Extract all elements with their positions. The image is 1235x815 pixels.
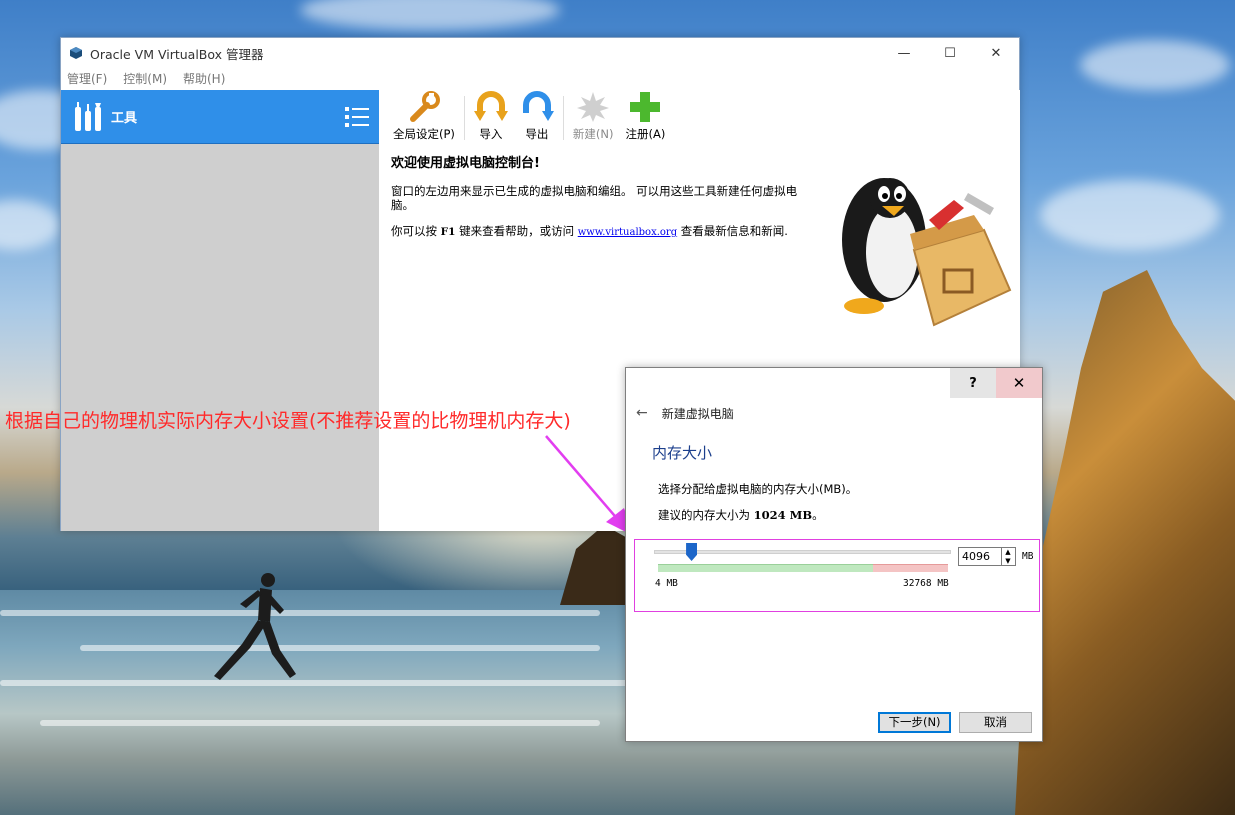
dialog-close-button[interactable]: ✕ xyxy=(996,368,1042,398)
import-label: 导入 xyxy=(479,127,503,141)
title-bar: Oracle VM VirtualBox 管理器 — ☐ ✕ xyxy=(61,38,1019,68)
runner-silhouette xyxy=(214,573,296,680)
export-label: 导出 xyxy=(525,127,549,141)
menu-bar: 管理(F) 控制(M) 帮助(H) xyxy=(61,68,1019,89)
export-icon xyxy=(522,91,554,121)
window-controls: — ☐ ✕ xyxy=(881,38,1019,68)
recommend-value: 1024 MB xyxy=(753,508,813,522)
new-vm-button[interactable]: 新建(N) xyxy=(567,91,620,144)
menu-manage[interactable]: 管理(F) xyxy=(67,70,107,87)
para2-mid: 键来查看帮助，或访问 xyxy=(459,224,575,238)
memory-unit-label: MB xyxy=(1022,551,1034,562)
export-button[interactable]: 导出 xyxy=(514,91,560,144)
cloud xyxy=(1040,180,1220,250)
cloud xyxy=(300,0,560,30)
plus-icon xyxy=(630,92,661,122)
maximize-button[interactable]: ☐ xyxy=(927,38,973,68)
dialog-title: 新建虚拟电脑 xyxy=(661,406,734,421)
sidebar-item-tools[interactable]: 工具 xyxy=(61,90,379,144)
help-button[interactable]: ? xyxy=(950,368,996,398)
add-vm-button[interactable]: 注册(A) xyxy=(620,91,672,144)
dialog-footer: 下一步(N) 取消 xyxy=(626,703,1042,741)
para2-suffix: 查看最新信息和新闻. xyxy=(680,224,788,238)
recommend-suffix: 。 xyxy=(812,508,824,522)
cancel-button[interactable]: 取消 xyxy=(959,711,1032,733)
machine-list-sidebar: 工具 xyxy=(61,90,379,531)
menu-help[interactable]: 帮助(H) xyxy=(183,70,225,87)
new-vm-dialog: ? ✕ ← 新建虚拟电脑 内存大小 选择分配给虚拟电脑的内存大小(MB)。 建议… xyxy=(625,367,1043,742)
dialog-nav: ← 新建虚拟电脑 xyxy=(626,400,1042,426)
list-menu-icon[interactable] xyxy=(345,106,369,128)
range-max-label: 32768 MB xyxy=(903,578,949,589)
window-title: Oracle VM VirtualBox 管理器 xyxy=(90,46,264,62)
virtualbox-link[interactable]: www.virtualbox.org xyxy=(578,227,677,238)
memory-slider[interactable] xyxy=(654,550,951,554)
memory-slider-thumb[interactable] xyxy=(686,543,698,561)
toolbar-separator xyxy=(562,96,564,140)
annotation-text: 根据自己的物理机实际内存大小设置(不推荐设置的比物理机内存大) xyxy=(5,410,571,432)
welcome-heading: 欢迎使用虚拟电脑控制台! xyxy=(391,156,540,171)
sidebar-item-label: 工具 xyxy=(111,111,138,126)
close-button[interactable]: ✕ xyxy=(973,38,1019,68)
add-vm-label: 注册(A) xyxy=(625,127,666,141)
menu-machine[interactable]: 控制(M) xyxy=(123,70,167,87)
memory-highlight-box: 4 MB 32768 MB ▲ ▼ MB xyxy=(634,539,1040,612)
slider-ticks xyxy=(658,564,948,572)
memory-size-input[interactable] xyxy=(958,547,1002,566)
para2-prefix: 你可以按 xyxy=(391,224,437,238)
penguin-toolbox-illustration xyxy=(842,178,1012,327)
welcome-text: 欢迎使用虚拟电脑控制台! 窗口的左边用来显示已生成的虚拟电脑和编组。 可以用这些… xyxy=(391,152,811,252)
import-button[interactable]: 导入 xyxy=(468,91,514,144)
import-icon xyxy=(473,91,508,121)
cliff xyxy=(1015,270,1235,815)
range-min-label: 4 MB xyxy=(655,578,678,589)
spin-down-icon[interactable]: ▼ xyxy=(1005,557,1010,566)
page-heading: 内存大小 xyxy=(652,444,713,462)
cloud xyxy=(1080,40,1230,90)
preferences-button[interactable]: 全局设定(P) xyxy=(387,91,461,144)
wrench-icon xyxy=(409,91,440,122)
next-button[interactable]: 下一步(N) xyxy=(878,711,951,733)
minimize-button[interactable]: — xyxy=(881,38,927,68)
f1-key: F1 xyxy=(440,226,456,238)
new-vm-label: 新建(N) xyxy=(572,127,614,141)
new-starburst-icon xyxy=(577,92,610,122)
spin-up-icon[interactable]: ▲ xyxy=(1005,548,1010,557)
back-arrow-icon[interactable]: ← xyxy=(636,405,648,421)
memory-spinner[interactable]: ▲ ▼ xyxy=(1001,547,1016,566)
dialog-title-bar: ? ✕ xyxy=(626,368,1042,398)
virtualbox-app-icon xyxy=(70,47,82,59)
preferences-label: 全局设定(P) xyxy=(393,127,455,141)
welcome-paragraph-1: 窗口的左边用来显示已生成的虚拟电脑和编组。 可以用这些工具新建任何虚拟电脑。 xyxy=(391,184,798,212)
welcome-paragraph-2: 你可以按 F1 键来查看帮助，或访问 www.virtualbox.org 查看… xyxy=(391,224,811,240)
unsafe-range xyxy=(873,564,948,572)
cloud xyxy=(0,200,60,250)
recommended-memory: 建议的内存大小为 1024 MB。 xyxy=(658,507,1042,523)
memory-description: 选择分配给虚拟电脑的内存大小(MB)。 xyxy=(658,482,858,496)
toolbar-separator xyxy=(463,96,465,140)
safe-range xyxy=(658,564,873,572)
tools-icon xyxy=(75,101,101,131)
toolbar: 全局设定(P) 导入 导出 新建(N) 注册(A) xyxy=(379,90,1020,144)
recommend-prefix: 建议的内存大小为 xyxy=(658,508,750,522)
